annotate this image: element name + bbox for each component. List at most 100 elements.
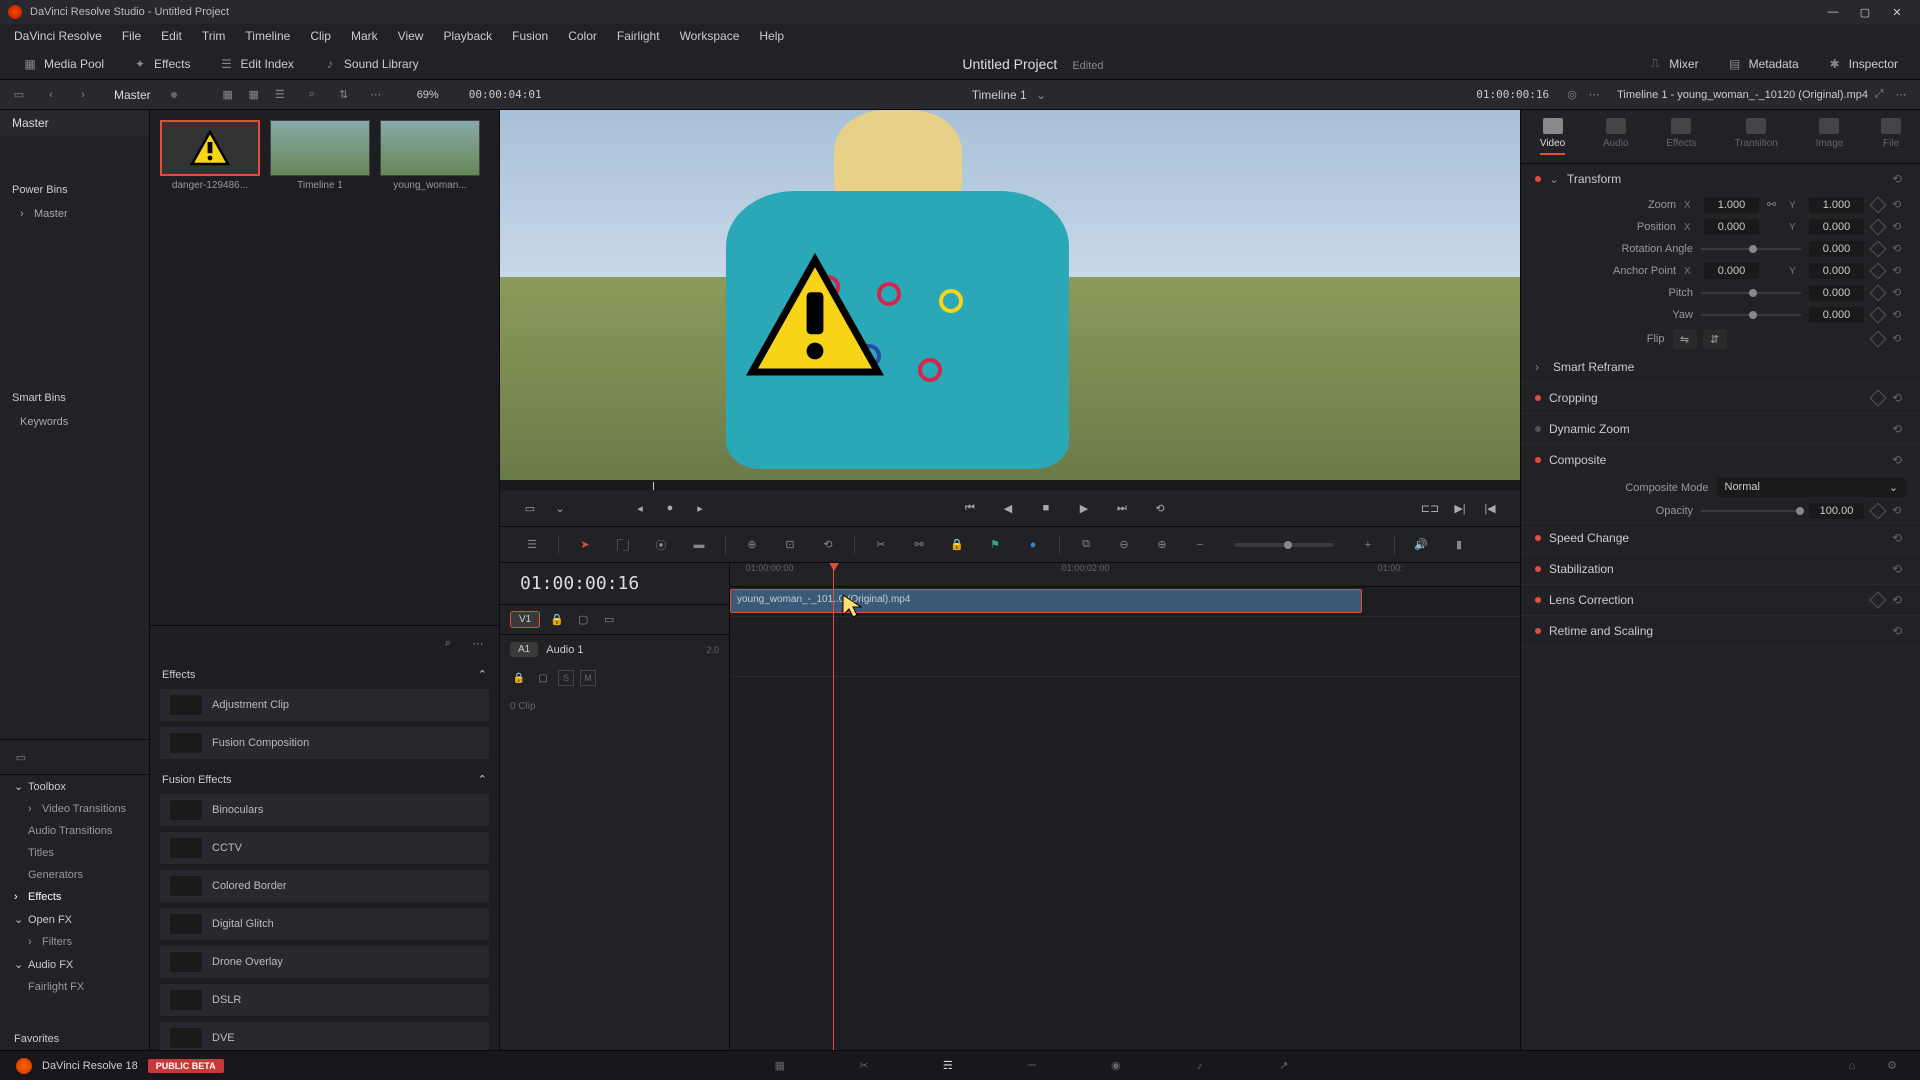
effect-drone-overlay[interactable]: Drone Overlay [160,946,489,978]
settings-icon[interactable]: ⚙ [1880,1056,1904,1076]
zoom-plus-icon[interactable]: + [1356,533,1380,557]
page-fairlight-icon[interactable]: ♪ [1188,1056,1212,1076]
zoom-out-icon[interactable]: ⊖ [1112,533,1136,557]
effect-binoculars[interactable]: Binoculars [160,794,489,826]
jump-start-icon[interactable]: ⏮ [960,498,980,518]
keyframe-icon[interactable] [1870,241,1887,258]
pitch-slider[interactable] [1701,292,1801,294]
keyframe-icon[interactable] [1870,307,1887,324]
inspector-toggle[interactable]: ✱Inspector [1817,52,1908,76]
menu-timeline[interactable]: Timeline [235,29,300,43]
metadata-toggle[interactable]: ▤Metadata [1717,52,1809,76]
blade-tool-icon[interactable]: ▬ [687,533,711,557]
view-metadata-icon[interactable]: ▦ [217,84,239,106]
razor-icon[interactable]: ✂ [869,533,893,557]
power-bins-header[interactable]: Power Bins [0,176,149,204]
maximize-button[interactable]: ▢ [1850,2,1880,22]
audio-track-a1-header[interactable]: A1 Audio 1 2.0 [500,634,729,664]
opacity-slider[interactable] [1701,510,1801,512]
effects-options-icon[interactable]: ⋯ [467,632,489,654]
inspector-tab-transition[interactable]: Transition [1734,118,1778,155]
reset-icon[interactable]: ⟲ [1892,504,1906,518]
menu-playback[interactable]: Playback [433,29,502,43]
reset-icon[interactable]: ⟲ [1892,531,1906,545]
rotation-slider[interactable] [1701,248,1801,250]
reset-icon[interactable]: ⟲ [1892,422,1906,436]
keyframe-icon[interactable] [1870,390,1887,407]
smart-reframe-header[interactable]: ›Smart Reframe [1521,352,1920,382]
power-bin-master[interactable]: ›Master [0,204,149,224]
snapping-icon[interactable]: ⧉ [1074,533,1098,557]
lock-audio-icon[interactable]: 🔒 [510,669,528,687]
clip-thumb-young-woman[interactable]: young_woman... [380,120,480,191]
tree-toolbox[interactable]: ⌄Toolbox [0,775,149,798]
inspector-tab-video[interactable]: Video [1540,118,1565,155]
timeline-timecode-display[interactable]: 01:00:00:16 [500,563,729,604]
page-cut-icon[interactable]: ✂ [852,1056,876,1076]
chevron-down-icon[interactable]: ⌄ [1036,88,1046,102]
effect-adjustment-clip[interactable]: Adjustment Clip [160,689,489,721]
effect-dve[interactable]: DVE [160,1022,489,1050]
bin-master-tab[interactable]: Master [0,110,149,136]
page-deliver-icon[interactable]: ↗ [1272,1056,1296,1076]
menu-help[interactable]: Help [749,29,794,43]
speed-change-header[interactable]: Speed Change⟲ [1521,523,1920,553]
search-icon[interactable]: ⌕ [301,84,323,106]
viewer-mode-icon[interactable]: ▭ [520,498,540,518]
marker-color-icon[interactable]: ● [1021,533,1045,557]
rotation-input[interactable]: 0.000 [1809,241,1864,257]
link-icon[interactable]: ⚯ [1767,198,1781,212]
insert-icon[interactable]: ⊕ [740,533,764,557]
menu-clip[interactable]: Clip [300,29,341,43]
flip-h-button[interactable]: ⇋ [1673,329,1697,349]
lock-icon[interactable]: 🔒 [945,533,969,557]
reset-icon[interactable]: ⟲ [1892,593,1906,607]
sort-icon[interactable]: ⇅ [333,84,355,106]
composite-header[interactable]: Composite⟲ [1521,445,1920,475]
timeline-dropdown[interactable]: Timeline 1 [972,88,1027,102]
in-out-icon[interactable]: ⊏⊐ [1420,498,1440,518]
link-icon[interactable]: ⚯ [907,533,931,557]
playhead[interactable] [833,563,834,1050]
menu-davinci[interactable]: DaVinci Resolve [4,29,112,43]
inspector-tab-file[interactable]: File [1881,118,1901,155]
home-icon[interactable]: ⌂ [1840,1056,1864,1076]
retime-scaling-header[interactable]: Retime and Scaling⟲ [1521,616,1920,646]
timeline-viewer[interactable] [500,110,1520,480]
yaw-slider[interactable] [1701,314,1801,316]
effect-cctv[interactable]: CCTV [160,832,489,864]
reset-icon[interactable]: ⟲ [1892,198,1906,212]
track-enable-icon[interactable]: ▭ [600,611,618,629]
cropping-header[interactable]: Cropping⟲ [1521,383,1920,413]
effects-library-icon[interactable]: ▭ [10,746,32,768]
replace-icon[interactable]: ⟲ [816,533,840,557]
inspector-tab-effects[interactable]: Effects [1666,118,1696,155]
audio-track-a1[interactable] [730,617,1520,677]
tree-effects[interactable]: ›Effects [0,886,149,908]
reset-icon[interactable]: ⟲ [1892,453,1906,467]
mute-button[interactable]: M [580,670,596,686]
tree-titles[interactable]: Titles [0,842,149,864]
minimize-button[interactable]: — [1818,2,1848,22]
tree-favorites[interactable]: Favorites [0,1028,149,1050]
keyframe-icon[interactable] [1870,219,1887,236]
effect-colored-border[interactable]: Colored Border [160,870,489,902]
trim-tool-icon[interactable]: ⎾⏌ [611,533,635,557]
viewer-scrub-bar[interactable] [500,480,1520,490]
effects-toggle[interactable]: ✦Effects [122,52,200,76]
effect-fusion-composition[interactable]: Fusion Composition [160,727,489,759]
match-frame-icon[interactable]: ◂ [630,498,650,518]
video-track-v1[interactable]: young_woman_-_101..0 (Original).mp4 [730,587,1520,617]
clip-thumb-danger[interactable]: danger-129486... [160,120,260,191]
keyframe-icon[interactable] [1870,331,1887,348]
zoom-x-input[interactable]: 1.000 [1704,197,1759,213]
inspector-tab-image[interactable]: Image [1816,118,1844,155]
tree-filters[interactable]: ›Filters [0,931,149,953]
inspector-tab-audio[interactable]: Audio [1603,118,1629,155]
timeline-view-icon[interactable]: ☰ [520,533,544,557]
menu-color[interactable]: Color [558,29,607,43]
auto-select-audio-icon[interactable]: ▢ [534,669,552,687]
tree-fairlight-fx[interactable]: Fairlight FX [0,976,149,998]
pos-x-input[interactable]: 0.000 [1704,219,1759,235]
play-icon[interactable]: ▶ [1074,498,1094,518]
